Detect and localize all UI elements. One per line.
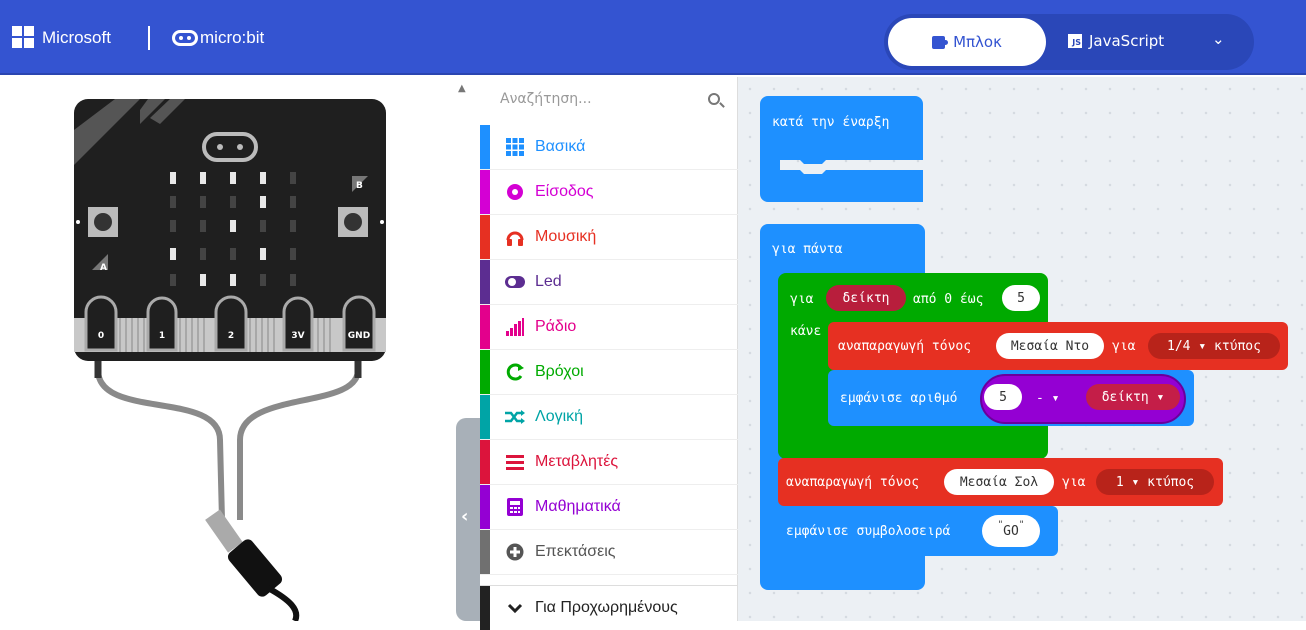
close-quote: " — [1018, 520, 1025, 530]
list-icon — [505, 452, 525, 472]
category-label: Μαθηματικά — [535, 498, 621, 515]
simulator-panel: A B 0 1 2 3V GND — [0, 77, 460, 623]
do-label: κάνε — [790, 324, 822, 339]
variable-reporter[interactable]: δείκτη ▾ — [1086, 384, 1180, 410]
category-radio[interactable]: Ράδιο — [480, 305, 738, 350]
string-input[interactable]: " GO " — [982, 515, 1040, 547]
app-header: Microsoft micro:bit Μπλοκ JS JavaScript … — [0, 0, 1306, 75]
category-label: Ράδιο — [535, 318, 577, 335]
blocks-tab[interactable]: Μπλοκ — [888, 18, 1046, 66]
svg-text:3V: 3V — [291, 331, 304, 341]
scroll-up-icon[interactable]: ▲ — [458, 83, 466, 94]
string-value: GO — [1003, 523, 1019, 539]
svg-text:1: 1 — [159, 331, 165, 341]
category-logic[interactable]: Λογική — [480, 395, 738, 440]
category-label: Led — [535, 273, 562, 290]
tone-note-1[interactable]: Μεσαία Ντο — [996, 333, 1104, 359]
from-label: από 0 έως — [913, 292, 984, 307]
on-start-label: κατά την έναρξη — [772, 115, 890, 130]
category-label: Βρόχοι — [535, 363, 584, 380]
for-variable-dropdown[interactable]: δείκτη — [826, 285, 906, 311]
loop-icon — [505, 362, 525, 382]
category-input[interactable]: Είσοδος — [480, 170, 738, 215]
pin-2 — [214, 295, 248, 352]
for-word: για — [1112, 339, 1136, 354]
shuffle-icon — [505, 407, 525, 427]
for-to-input[interactable]: 5 — [1002, 285, 1040, 311]
operator-dropdown[interactable]: - ▾ — [1036, 391, 1059, 406]
show-string-label: εμφάνισε συμβολοσειρά — [786, 524, 951, 539]
category-extensions[interactable]: Επεκτάσεις — [480, 530, 738, 575]
pin-gnd — [342, 295, 376, 352]
tone-note-2[interactable]: Μεσαία Σολ — [944, 469, 1054, 495]
category-label: Μουσική — [535, 228, 597, 245]
button-b-label: B — [356, 181, 363, 191]
toggle-icon — [505, 272, 525, 292]
calculator-icon — [505, 497, 525, 517]
play-tone-label: αναπαραγωγή τόνος — [786, 475, 920, 490]
category-variables[interactable]: Μεταβλητές — [480, 440, 738, 485]
signal-icon — [505, 317, 525, 337]
svg-text:2: 2 — [228, 331, 234, 341]
play-tone-label: αναπαραγωγή τόνος — [838, 339, 972, 354]
category-label: Επεκτάσεις — [535, 543, 616, 560]
tone-beat-dropdown-2[interactable]: 1 ▾ κτύπος — [1096, 469, 1214, 495]
microbit-simulator[interactable]: A B 0 1 2 3V GND — [0, 77, 460, 623]
category-music[interactable]: Μουσική — [480, 215, 738, 260]
header-divider — [148, 26, 150, 50]
toolbox-search[interactable]: Αναζήτηση... — [480, 77, 738, 125]
headphones-icon — [505, 227, 525, 247]
category-label: Βασικά — [535, 138, 586, 155]
category-label: Λογική — [535, 408, 584, 425]
plus-circle-icon — [505, 542, 525, 562]
microsoft-logo-icon — [12, 26, 34, 48]
category-basic[interactable]: Βασικά — [480, 125, 738, 170]
for-word: για — [1062, 475, 1086, 490]
pin-1 — [146, 296, 178, 352]
circle-icon — [505, 182, 525, 202]
forever-label: για πάντα — [772, 242, 843, 257]
button-a-label: A — [100, 263, 107, 273]
chevron-left-icon[interactable]: ‹ — [461, 506, 468, 527]
blocks-tab-label: Μπλοκ — [953, 33, 1002, 51]
chevron-down-icon[interactable]: ⌄ — [1212, 30, 1225, 48]
javascript-icon: JS — [1068, 34, 1082, 48]
microbit-brand[interactable]: micro:bit — [200, 28, 264, 48]
search-icon[interactable] — [708, 93, 720, 105]
chevron-down-icon — [505, 598, 525, 618]
search-input[interactable]: Αναζήτηση... — [500, 91, 592, 107]
open-quote: " — [997, 520, 1004, 530]
svg-text:0: 0 — [98, 331, 104, 341]
editor-toggle: Μπλοκ JS JavaScript ⌄ — [884, 14, 1254, 70]
pin-3v — [282, 296, 314, 352]
wire-left — [95, 369, 225, 521]
category-label: Μεταβλητές — [535, 453, 619, 470]
on-start-block[interactable] — [760, 96, 930, 202]
tone-beat-dropdown-1[interactable]: 1/4 ▾ κτύπος — [1148, 333, 1280, 359]
num-a-input[interactable]: 5 — [984, 384, 1022, 410]
microsoft-brand: Microsoft — [42, 28, 111, 47]
show-number-label: εμφάνισε αριθμό — [840, 391, 958, 406]
wire-right — [237, 369, 361, 520]
puzzle-icon — [932, 35, 949, 49]
for-label: για — [790, 292, 814, 307]
pin-0 — [84, 295, 118, 352]
category-loops[interactable]: Βρόχοι — [480, 350, 738, 395]
category-advanced[interactable]: Για Προχωρημένους — [480, 585, 738, 630]
category-math[interactable]: Μαθηματικά — [480, 485, 738, 530]
javascript-tab[interactable]: JS JavaScript — [1068, 32, 1164, 50]
svg-text:GND: GND — [348, 331, 370, 341]
grid-icon — [505, 137, 525, 157]
javascript-tab-label: JavaScript — [1089, 32, 1165, 50]
microbit-logo-icon — [172, 30, 198, 46]
category-label: Για Προχωρημένους — [535, 599, 678, 616]
category-label: Είσοδος — [535, 183, 594, 200]
category-led[interactable]: Led — [480, 260, 738, 305]
